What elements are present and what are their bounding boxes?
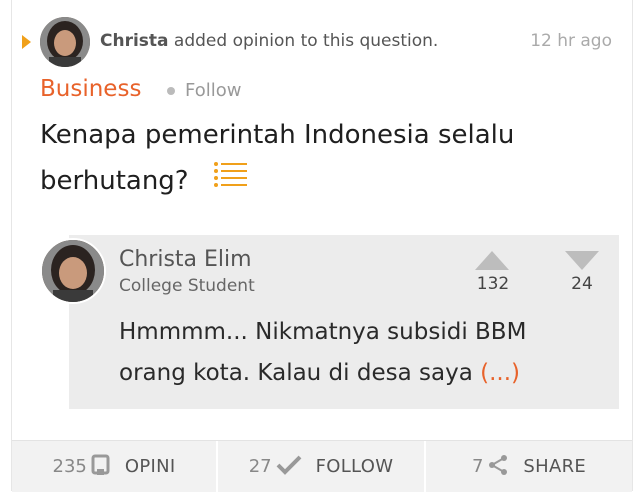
opinions-label: OPINI <box>124 456 176 477</box>
vote-up-icon[interactable] <box>475 251 509 270</box>
share-icon <box>487 454 509 480</box>
activity-avatar[interactable] <box>40 17 90 67</box>
vote-down-icon[interactable] <box>565 251 599 270</box>
read-more-link[interactable]: (...) <box>480 360 520 386</box>
activity-time: 12 hr ago <box>530 31 612 51</box>
follow-button[interactable]: 27 FOLLOW <box>218 441 424 492</box>
opinions-count: 235 <box>52 456 87 477</box>
activity-user[interactable]: Christa <box>100 31 169 51</box>
downvote-count: 24 <box>571 274 593 294</box>
topic-link[interactable]: Business <box>40 76 141 102</box>
share-button[interactable]: 7 SHARE <box>426 441 632 492</box>
list-icon[interactable] <box>213 156 249 202</box>
share-label: SHARE <box>523 456 587 477</box>
upvote-count: 132 <box>476 274 510 294</box>
answer-text[interactable]: Hmmmm... Nikmatnya subsidi BBM orang kot… <box>119 312 599 394</box>
question-title[interactable]: Kenapa pemerintah Indonesia selalu berhu… <box>40 120 514 196</box>
activity-action: added opinion to this question. <box>173 31 439 51</box>
check-icon <box>276 455 302 479</box>
activity-text: Christa added opinion to this question. <box>100 31 438 51</box>
topic-follow-button[interactable]: Follow <box>185 80 241 101</box>
answer-body: Hmmmm... Nikmatnya subsidi BBM orang kot… <box>119 319 527 386</box>
opinions-button[interactable]: 235 OPINI <box>12 441 216 492</box>
opinion-icon <box>91 454 111 480</box>
follow-dot-icon <box>167 87 175 95</box>
caret-right-icon <box>22 35 31 49</box>
share-count: 7 <box>471 456 484 477</box>
follow-label: FOLLOW <box>315 456 394 477</box>
answer-avatar[interactable] <box>40 238 106 304</box>
answer-author-role: College Student <box>119 276 255 296</box>
question-title-wrap[interactable]: Kenapa pemerintah Indonesia selalu berhu… <box>40 112 600 205</box>
action-bar: 235 OPINI 27 FOLLOW 7 SHARE <box>12 440 632 492</box>
follow-count: 27 <box>248 456 272 477</box>
feed-card: Christa added opinion to this question. … <box>11 0 633 492</box>
answer-author-name[interactable]: Christa Elim <box>119 247 252 272</box>
